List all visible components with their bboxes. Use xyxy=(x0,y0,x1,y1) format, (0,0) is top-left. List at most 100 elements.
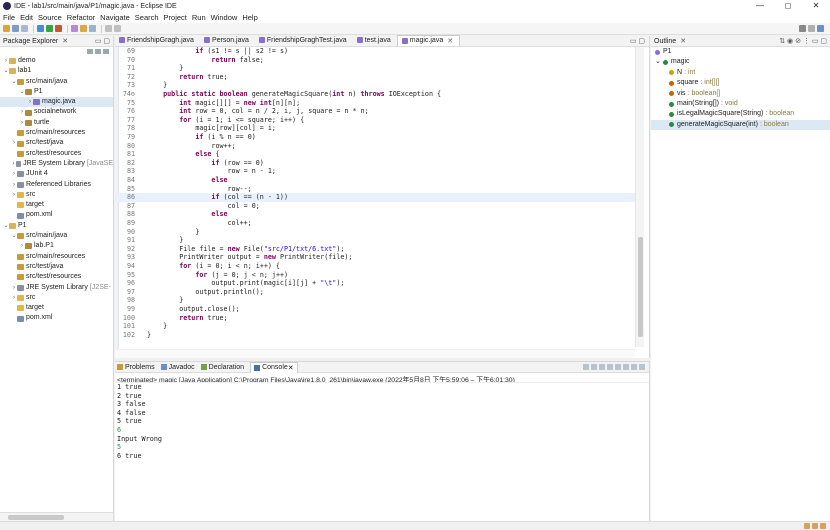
scroll-lock-icon[interactable] xyxy=(607,364,613,370)
editor-vscrollbar[interactable] xyxy=(635,47,644,347)
code-line[interactable]: 87 col = 0; xyxy=(115,202,635,211)
menu-source[interactable]: Source xyxy=(38,13,62,22)
code-line[interactable]: 89 col++; xyxy=(115,219,635,228)
outline-item[interactable]: ⌄ magic xyxy=(651,57,830,67)
code-line[interactable]: 90 } xyxy=(115,228,635,237)
menu-refactor[interactable]: Refactor xyxy=(67,13,95,22)
pin-console-icon[interactable] xyxy=(623,364,629,370)
forward-icon[interactable] xyxy=(114,25,121,32)
outline-item[interactable]: N: int xyxy=(651,68,830,78)
code-line[interactable]: 70 return false; xyxy=(115,56,635,65)
code-line[interactable]: 92 File file = new File("src/P1/txt/6.tx… xyxy=(115,245,635,254)
code-line[interactable]: 81 else { xyxy=(115,150,635,159)
tree-item[interactable]: › lab.P1 xyxy=(0,241,113,251)
tab-declaration[interactable]: Declaration xyxy=(200,364,244,371)
tree-item[interactable]: › turtle xyxy=(0,118,113,128)
tree-item[interactable]: target xyxy=(0,200,113,210)
close-button[interactable]: ✕ xyxy=(802,0,830,12)
outline-item[interactable]: generateMagicSquare(int): boolean xyxy=(651,119,830,131)
tab-package-explorer[interactable]: Package Explorer ✕ xyxy=(3,37,68,46)
package-explorer-hscrollbar[interactable] xyxy=(0,512,113,521)
outline-item[interactable]: square: int[][] xyxy=(651,78,830,88)
close-icon[interactable]: ✕ xyxy=(447,37,453,45)
save-icon[interactable] xyxy=(12,25,19,32)
progress-icon[interactable] xyxy=(812,523,818,529)
tree-item[interactable]: › socialnetwork xyxy=(0,107,113,117)
tree-item[interactable]: › JRE System Library [J2SE- xyxy=(0,283,113,293)
run-icon[interactable] xyxy=(46,25,53,32)
tree-item[interactable]: › demo xyxy=(0,56,113,66)
code-line[interactable]: 99 output.close(); xyxy=(115,305,635,314)
tree-item[interactable]: › JRE System Library [JavaSE xyxy=(0,159,113,169)
code-line[interactable]: 71 } xyxy=(115,64,635,73)
back-icon[interactable] xyxy=(105,25,112,32)
code-line[interactable]: 88 else xyxy=(115,210,635,219)
code-area[interactable]: 69 if (s1 != s || s2 != s) 70 return fals… xyxy=(115,47,635,349)
menu-search[interactable]: Search xyxy=(135,13,159,22)
code-line[interactable]: 77 for (i = 1; i <= square; i++) { xyxy=(115,116,635,125)
display-console-icon[interactable] xyxy=(631,364,637,370)
tree-item[interactable]: ⌄ P1 xyxy=(0,221,113,231)
close-icon[interactable]: ✕ xyxy=(288,364,294,372)
expand-chevron-icon[interactable]: › xyxy=(11,159,16,169)
debug-icon[interactable] xyxy=(37,25,44,32)
tree-item[interactable]: ⌄ src/main/java xyxy=(0,231,113,241)
editor-tab[interactable]: test.java xyxy=(353,35,397,46)
save-all-icon[interactable] xyxy=(21,25,28,32)
code-line[interactable]: 95 for (j = 0; j < n; j++) xyxy=(115,271,635,280)
maximize-button[interactable]: ◻ xyxy=(774,0,802,12)
view-minimize-maximize-icon[interactable]: ▭ ▢ xyxy=(95,37,110,45)
new-java-class-icon[interactable] xyxy=(71,25,78,32)
terminate-icon[interactable] xyxy=(583,364,589,370)
tree-item[interactable]: ⌄ lab1 xyxy=(0,66,113,76)
word-wrap-icon[interactable] xyxy=(615,364,621,370)
menu-help[interactable]: Help xyxy=(242,13,257,22)
tree-item[interactable]: src/main/resources xyxy=(0,252,113,262)
code-line[interactable]: 78 magic[row][col] = i; xyxy=(115,124,635,133)
close-icon[interactable]: ✕ xyxy=(680,37,686,45)
tree-item[interactable]: src/test/resources xyxy=(0,149,113,159)
editor-tab[interactable]: magic.java ✕ xyxy=(396,35,461,46)
menu-navigate[interactable]: Navigate xyxy=(100,13,130,22)
outline-item[interactable]: P1 xyxy=(651,47,830,57)
tree-item[interactable]: › src xyxy=(0,190,113,200)
code-line[interactable]: 94 for (i = 0; i < n; i++) { xyxy=(115,262,635,271)
editor-tab[interactable]: Person.java xyxy=(200,35,255,46)
code-line[interactable]: 97 output.println(); xyxy=(115,288,635,297)
code-line[interactable]: 82 if (row == 0) xyxy=(115,159,635,168)
editor-tab[interactable]: FriendshipGraghTest.java xyxy=(255,35,353,46)
menu-edit[interactable]: Edit xyxy=(20,13,33,22)
menu-file[interactable]: File xyxy=(3,13,15,22)
outline-toolbar-icons[interactable]: ⇅ ◉ ⊘ ⋮ ▭ ▢ xyxy=(779,37,827,45)
tree-item[interactable]: pom.xml xyxy=(0,313,113,323)
tree-item[interactable]: › Referenced Libraries xyxy=(0,180,113,190)
remove-launch-icon[interactable] xyxy=(591,364,597,370)
tree-item[interactable]: pom.xml xyxy=(0,210,113,220)
scroll-thumb[interactable] xyxy=(638,237,643,337)
code-line[interactable]: 80 row++; xyxy=(115,142,635,151)
editor-tab[interactable]: FriendshipGragh.java xyxy=(115,35,200,46)
code-line[interactable]: 98 } xyxy=(115,296,635,305)
scroll-thumb[interactable] xyxy=(8,515,64,520)
tab-console[interactable]: Console ✕ xyxy=(250,361,298,373)
collapse-all-icon[interactable] xyxy=(87,49,93,54)
clear-console-icon[interactable] xyxy=(599,364,605,370)
tree-item[interactable]: src/test/resources xyxy=(0,272,113,282)
open-type-icon[interactable] xyxy=(80,25,87,32)
tab-problems[interactable]: Problems xyxy=(117,364,155,371)
open-console-icon[interactable] xyxy=(639,364,645,370)
code-line[interactable]: 101 } xyxy=(115,322,635,331)
code-line[interactable]: 93 PrintWriter output = new PrintWriter(… xyxy=(115,253,635,262)
code-line[interactable]: 73 } xyxy=(115,81,635,90)
console-output[interactable]: 1 true 2 true 3 false 4 false 5 true 6 Input W… xyxy=(115,383,649,460)
minimize-button[interactable]: — xyxy=(746,0,774,12)
tree-item[interactable]: › JUnit 4 xyxy=(0,169,113,179)
editor-hscrollbar[interactable] xyxy=(115,349,635,358)
input-method-icon[interactable] xyxy=(820,523,826,529)
menu-window[interactable]: Window xyxy=(211,13,238,22)
tree-item[interactable]: › src xyxy=(0,293,113,303)
open-perspective-icon[interactable] xyxy=(808,25,815,32)
close-icon[interactable]: ✕ xyxy=(62,37,68,45)
link-with-editor-icon[interactable] xyxy=(95,49,101,54)
code-line[interactable]: 96 output.print(magic[i][j] + "\t"); xyxy=(115,279,635,288)
